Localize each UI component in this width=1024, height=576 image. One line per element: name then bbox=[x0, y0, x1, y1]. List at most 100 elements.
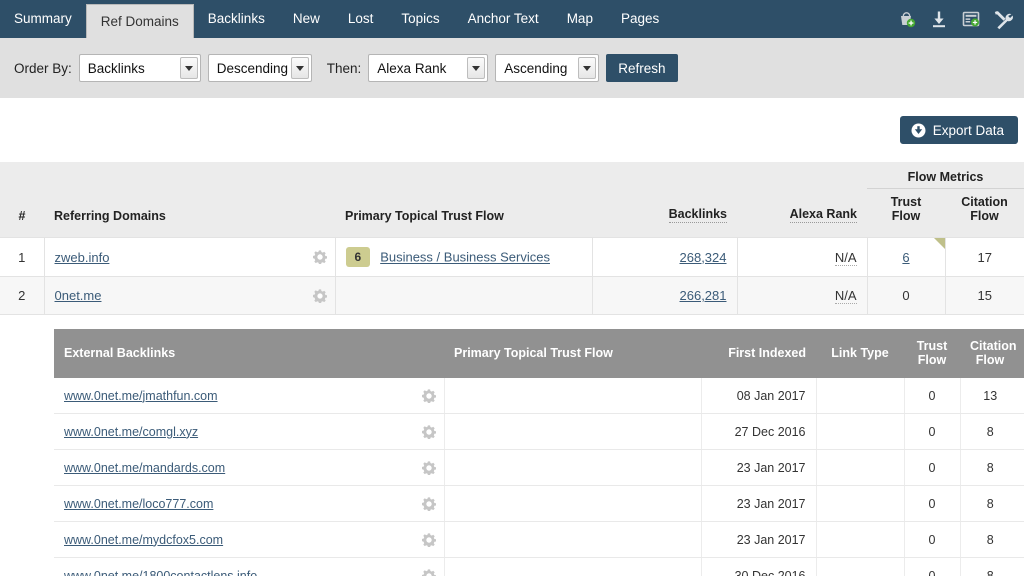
inner-citation-flow-cell: 13 bbox=[960, 377, 1020, 415]
referring-domain-cell: zweb.info bbox=[44, 237, 336, 277]
header-trust-flow[interactable]: Trust Flow bbox=[867, 188, 945, 238]
table-header-row: # Referring Domains Primary Topical Trus… bbox=[0, 188, 1024, 238]
inner-table-row[interactable]: www.0net.me/loco777.com 23 Jan 2017 0 8 bbox=[54, 485, 1024, 523]
inner-row-spacer-cell bbox=[1020, 449, 1024, 487]
inner-trust-flow-cell: 0 bbox=[904, 413, 961, 451]
table-row[interactable]: 2 0net.me 266,281 N/A 0 15 bbox=[0, 276, 1024, 315]
external-backlink-cell: www.0net.me/loco777.com bbox=[54, 485, 445, 523]
order-by-value: Backlinks bbox=[87, 60, 145, 76]
inner-trust-flow-cell: 0 bbox=[904, 449, 961, 487]
inner-topical-trust-flow-cell bbox=[444, 485, 702, 523]
nav-tab-backlinks[interactable]: Backlinks bbox=[194, 0, 279, 38]
inner-header-citation-flow[interactable]: Citation Flow bbox=[960, 329, 1020, 378]
external-backlink-cell: www.0net.me/mandards.com bbox=[54, 449, 445, 487]
external-backlink-cell: www.0net.me/jmathfun.com bbox=[54, 377, 445, 415]
referring-domain-link[interactable]: 0net.me bbox=[55, 288, 102, 303]
first-indexed-cell: 23 Jan 2017 bbox=[701, 449, 817, 487]
external-backlink-link[interactable]: www.0net.me/comgl.xyz bbox=[64, 425, 198, 439]
gear-icon[interactable] bbox=[312, 250, 327, 265]
external-backlink-link[interactable]: www.0net.me/mandards.com bbox=[64, 461, 225, 475]
gear-icon[interactable] bbox=[421, 569, 436, 576]
referring-domain-cell: 0net.me bbox=[44, 276, 336, 315]
nav-tab-lost[interactable]: Lost bbox=[334, 0, 388, 38]
table-group-header-row: Flow Metrics bbox=[0, 162, 1024, 189]
topical-trust-flow-cell bbox=[335, 276, 593, 315]
order-direction-select[interactable]: Descending bbox=[207, 54, 312, 82]
inner-topical-trust-flow-cell bbox=[444, 449, 702, 487]
header-citation-flow[interactable]: Citation Flow bbox=[945, 188, 1024, 238]
nav-tab-summary[interactable]: Summary bbox=[0, 0, 86, 38]
gear-icon[interactable] bbox=[312, 288, 327, 303]
inner-table-row[interactable]: www.0net.me/1800contactlens.info 30 Dec 2… bbox=[54, 557, 1024, 576]
external-backlink-link[interactable]: www.0net.me/loco777.com bbox=[64, 497, 213, 511]
inner-table-row[interactable]: www.0net.me/jmathfun.com 08 Jan 2017 0 13 bbox=[54, 377, 1024, 415]
link-type-cell bbox=[816, 449, 905, 487]
trust-flow-value: 0 bbox=[902, 288, 910, 303]
then-by-select[interactable]: Alexa Rank bbox=[368, 54, 489, 82]
citation-flow-cell: 17 bbox=[945, 237, 1024, 277]
first-indexed-cell: 23 Jan 2017 bbox=[701, 485, 817, 523]
inner-topical-trust-flow-cell bbox=[444, 521, 702, 559]
alexa-rank-value: N/A bbox=[834, 249, 857, 266]
referring-domain-link[interactable]: zweb.info bbox=[55, 250, 110, 265]
inner-header-row: External Backlinks Primary Topical Trust… bbox=[54, 329, 1024, 378]
inner-row-spacer-cell bbox=[1020, 377, 1024, 415]
inner-header-external-backlinks: External Backlinks bbox=[54, 329, 444, 378]
inner-close-cell bbox=[1020, 329, 1024, 378]
inner-header-first-indexed[interactable]: First Indexed bbox=[701, 329, 816, 378]
download-icon[interactable] bbox=[928, 8, 950, 30]
first-indexed-cell: 23 Jan 2017 bbox=[701, 521, 817, 559]
external-backlinks-panel: External Backlinks Primary Topical Trust… bbox=[0, 315, 1024, 576]
topic-link[interactable]: Business / Business Services bbox=[380, 250, 550, 265]
inner-table-row[interactable]: www.0net.me/mydcfox5.com 23 Jan 2017 0 8 bbox=[54, 521, 1024, 559]
backlinks-value[interactable]: 268,324 bbox=[680, 250, 727, 265]
trust-flow-value[interactable]: 6 bbox=[902, 250, 909, 265]
external-backlink-link[interactable]: www.0net.me/jmathfun.com bbox=[64, 389, 218, 403]
gear-icon[interactable] bbox=[421, 497, 436, 512]
bucket-add-icon[interactable] bbox=[896, 8, 918, 30]
alexa-rank-cell: N/A bbox=[737, 237, 868, 277]
alexa-rank-cell: N/A bbox=[737, 276, 868, 315]
trust-flow-cell: 0 bbox=[867, 276, 946, 315]
header-alexa-rank[interactable]: Alexa Rank bbox=[737, 188, 867, 238]
nav-tab-pages[interactable]: Pages bbox=[607, 0, 673, 38]
inner-header-trust-flow[interactable]: Trust Flow bbox=[904, 329, 960, 378]
nav-tab-ref-domains[interactable]: Ref Domains bbox=[85, 4, 194, 38]
external-backlink-cell: www.0net.me/mydcfox5.com bbox=[54, 521, 445, 559]
inner-row-spacer-cell bbox=[1020, 557, 1024, 576]
external-backlinks-table: External Backlinks Primary Topical Trust… bbox=[54, 329, 1024, 576]
referring-domains-table: Flow Metrics # Referring Domains Primary… bbox=[0, 162, 1024, 315]
refresh-button[interactable]: Refresh bbox=[606, 54, 678, 82]
header-primary-topical-trust-flow: Primary Topical Trust Flow bbox=[335, 188, 592, 238]
row-number: 2 bbox=[0, 276, 45, 315]
sort-toolbar: Order By: Backlinks Descending Then: Ale… bbox=[0, 38, 1024, 98]
gear-icon[interactable] bbox=[421, 425, 436, 440]
nav-tab-anchor-text[interactable]: Anchor Text bbox=[454, 0, 553, 38]
inner-header-link-type[interactable]: Link Type bbox=[816, 329, 904, 378]
order-direction-value: Descending bbox=[216, 60, 289, 76]
backlinks-value[interactable]: 266,281 bbox=[680, 288, 727, 303]
gear-icon[interactable] bbox=[421, 461, 436, 476]
export-data-button[interactable]: Export Data bbox=[899, 116, 1018, 144]
chevron-down-icon bbox=[578, 57, 597, 79]
then-label: Then: bbox=[326, 60, 362, 76]
inner-table-row[interactable]: www.0net.me/comgl.xyz 27 Dec 2016 0 8 bbox=[54, 413, 1024, 451]
header-backlinks[interactable]: Backlinks bbox=[592, 188, 737, 238]
external-backlink-link[interactable]: www.0net.me/1800contactlens.info bbox=[64, 569, 257, 576]
inner-table-row[interactable]: www.0net.me/mandards.com 23 Jan 2017 0 8 bbox=[54, 449, 1024, 487]
external-backlink-link[interactable]: www.0net.me/mydcfox5.com bbox=[64, 533, 223, 547]
nav-tab-new[interactable]: New bbox=[279, 0, 334, 38]
report-add-icon[interactable] bbox=[960, 8, 982, 30]
order-by-select[interactable]: Backlinks bbox=[78, 54, 201, 82]
gear-icon[interactable] bbox=[421, 533, 436, 548]
nav-tab-map[interactable]: Map bbox=[553, 0, 607, 38]
external-backlink-cell: www.0net.me/1800contactlens.info bbox=[54, 557, 445, 576]
then-direction-select[interactable]: Ascending bbox=[495, 54, 600, 82]
gear-icon[interactable] bbox=[421, 388, 436, 403]
tools-icon[interactable] bbox=[992, 8, 1014, 30]
export-bar: Export Data bbox=[0, 98, 1024, 162]
link-type-cell bbox=[816, 485, 905, 523]
nav-tab-topics[interactable]: Topics bbox=[387, 0, 453, 38]
citation-flow-cell: 15 bbox=[945, 276, 1024, 315]
table-row[interactable]: 1 zweb.info 6 Business / Business Services 2… bbox=[0, 237, 1024, 277]
